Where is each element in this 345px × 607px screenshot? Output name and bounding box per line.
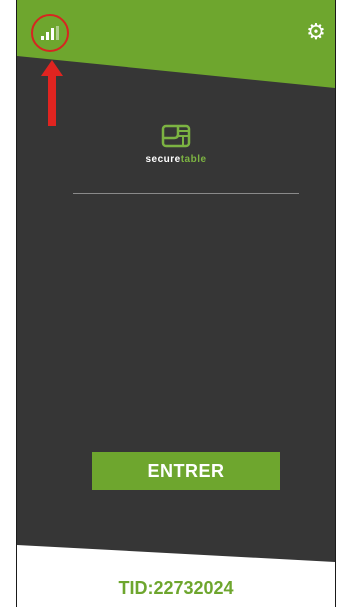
enter-button[interactable]: ENTRER <box>92 452 280 490</box>
logo-text-secure: secure <box>145 154 181 165</box>
red-arrow-up-icon <box>41 60 63 126</box>
logo-text-table: table <box>180 154 207 165</box>
securetable-logo-icon <box>161 124 191 148</box>
app-logo: securetable <box>17 124 335 165</box>
signal-strength-button[interactable] <box>31 14 69 52</box>
main-panel <box>17 56 335 607</box>
app-screen: ⚙ securetable ENTRER TID:22732024 <box>16 0 336 607</box>
terminal-id: TID:22732024 <box>118 578 234 598</box>
divider <box>73 193 299 194</box>
gear-icon[interactable]: ⚙ <box>305 22 327 44</box>
signal-bars-icon <box>41 26 59 40</box>
logo-wordmark: securetable <box>17 154 335 165</box>
